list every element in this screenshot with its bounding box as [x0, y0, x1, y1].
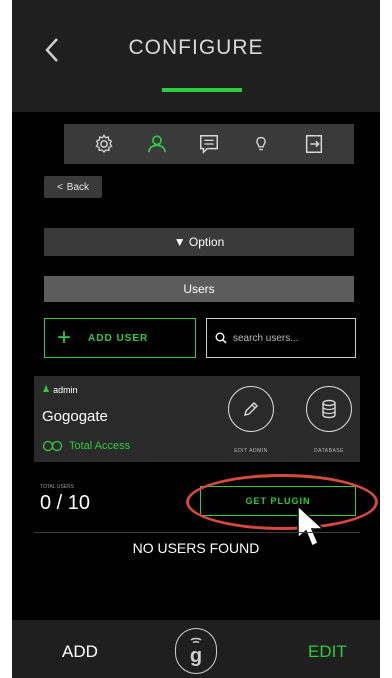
tab-tips[interactable]	[247, 130, 275, 158]
empty-state-message: NO USERS FOUND	[132, 540, 260, 556]
user-role-label: admin	[53, 384, 78, 395]
back-button[interactable]: < Back	[44, 176, 102, 198]
edit-admin-button[interactable]	[228, 386, 274, 432]
pencil-icon	[244, 402, 258, 416]
lightbulb-icon	[256, 136, 267, 151]
edit-button[interactable]: EDIT	[308, 642, 347, 662]
add-button[interactable]: ADD	[62, 642, 98, 662]
infinity-rings-icon	[42, 440, 63, 452]
logout-icon	[305, 135, 322, 153]
svg-text:g: g	[190, 645, 202, 667]
divider	[34, 532, 360, 533]
user-name: Gogogate	[42, 408, 108, 425]
icon-tab-bar	[64, 124, 354, 164]
title-underline	[162, 88, 242, 92]
add-user-button[interactable]: + ADD USER	[44, 318, 196, 358]
total-users-value: 0 / 10	[40, 492, 91, 514]
access-level: Total Access	[42, 440, 130, 452]
page-title: CONFIGURE	[128, 36, 264, 59]
tab-users[interactable]	[143, 130, 171, 158]
back-button-label: Back	[66, 181, 90, 193]
tab-messages[interactable]	[195, 130, 223, 158]
database-icon	[322, 399, 336, 419]
user-icon	[147, 135, 166, 153]
database-label: DATABASE	[314, 448, 344, 454]
person-icon: ♟	[42, 384, 51, 394]
add-user-label: ADD USER	[88, 332, 149, 344]
option-dropdown[interactable]: ▼ Option	[44, 228, 354, 256]
users-section-header: Users	[44, 276, 354, 302]
chevron-left-icon: <	[56, 181, 63, 193]
admin-user-card: ♟ admin Gogogate Total Access EDIT ADMIN	[34, 376, 360, 462]
search-icon	[215, 332, 227, 344]
header: CONFIGURE	[12, 0, 380, 112]
user-role: ♟ admin	[42, 384, 78, 395]
database-button[interactable]	[306, 386, 352, 432]
highlight-annotation-ring	[186, 474, 378, 530]
tab-logout[interactable]	[300, 130, 328, 158]
gogogate-logo-button[interactable]: g	[175, 628, 217, 674]
plus-icon: +	[57, 324, 73, 351]
search-box[interactable]	[206, 318, 356, 358]
bottom-bar: ADD g EDIT	[12, 620, 380, 678]
app-screen: CONFIGURE < Back ▼ Option Users + ADD US…	[12, 0, 380, 678]
access-level-label: Total Access	[69, 440, 131, 452]
gear-icon	[95, 134, 113, 153]
tab-settings[interactable]	[90, 130, 118, 158]
chat-icon	[199, 135, 218, 155]
edit-admin-label: EDIT ADMIN	[234, 448, 268, 454]
gogogate-logo-icon: g	[190, 637, 202, 667]
total-users-label: TOTAL USERS	[40, 484, 75, 490]
search-input[interactable]	[233, 332, 343, 344]
